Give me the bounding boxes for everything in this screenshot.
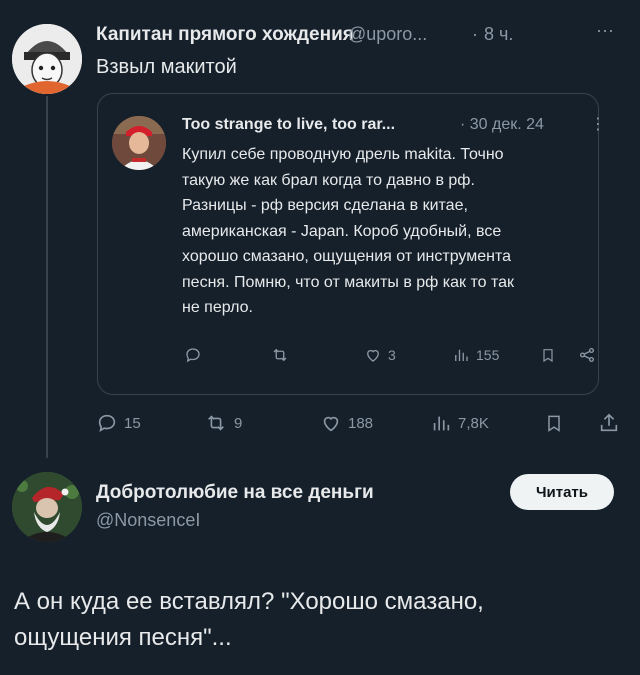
main-tweet-text: Взвыл макитой [96,56,237,78]
main-retweet-button[interactable]: 9 [204,412,242,434]
quoted-line: Купил себе проводную дрель makita. Точно [182,146,504,163]
main-reply-count: 15 [124,414,141,432]
santa-portrait-icon [12,472,82,542]
quoted-line: не перло. [182,299,253,316]
quoted-retweet-button[interactable] [270,346,290,364]
reply-author-avatar[interactable] [12,472,82,542]
main-author-name[interactable]: Капитан прямого хождения [96,24,354,46]
main-views-count: 7,8K [458,414,489,432]
main-like-button[interactable]: 188 [320,412,373,434]
quoted-author-name[interactable]: Too strange to live, too rar... [182,116,395,134]
read-button[interactable]: Читать [510,474,614,510]
quoted-line: Разницы - рф версия сделана в китае, [182,197,468,214]
quoted-like-button[interactable]: 3 [364,346,396,364]
more-options-button[interactable]: ··· [596,20,614,41]
reply-line: ощущения песня"... [14,624,232,651]
main-reply-button[interactable]: 15 [96,412,141,434]
quoted-tweet-date[interactable]: · 30 дек. 24 [460,116,544,134]
main-like-count: 188 [348,414,374,432]
quoted-tweet-text: Купил себе проводную дрель makita. Точно… [182,142,592,321]
quoted-views-button[interactable]: 155 [452,346,499,364]
like-icon [323,416,339,432]
quoted-views-count: 155 [476,347,500,363]
bookmark-icon [548,415,560,432]
cartoon-face-icon [12,24,82,94]
quoted-like-count: 3 [388,347,396,363]
share-icon [600,413,618,432]
quoted-share-button[interactable] [578,346,596,364]
main-views-button[interactable]: 7,8K [430,412,489,434]
main-bookmark-button[interactable] [544,412,564,434]
views-icon [433,416,450,431]
quoted-author-avatar[interactable] [112,116,166,170]
person-photo-icon [112,116,166,170]
main-author-avatar[interactable] [12,24,82,94]
quoted-more-options-button[interactable]: ⋮ [590,114,606,134]
reply-icon [186,348,200,363]
share-icon [579,347,595,363]
quoted-line: американская - Japan. Короб удобный, все [182,222,502,240]
bookmark-icon [543,349,553,363]
main-tweet-time[interactable]: 8 ч. [484,24,513,45]
reply-line: А он куда ее вставлял? "Хорошо смазано, [14,588,484,615]
reply-text: А он куда ее вставлял? "Хорошо смазано, … [14,584,630,656]
retweet-icon [208,415,224,431]
main-retweet-count: 9 [234,414,243,432]
quoted-line: хорошо смазано, ощущения от инструмента [182,248,512,265]
reply-author-name[interactable]: Добротолюбие на все деньги [96,482,374,504]
quoted-line: такую же как брал когда то давно в рф. [182,171,475,189]
quoted-reply-button[interactable] [184,346,202,364]
quoted-bookmark-button[interactable] [540,346,556,364]
reply-author-handle[interactable]: @NonsenceI [96,510,200,531]
reply-icon [98,414,116,432]
retweet-icon [273,348,287,362]
main-share-button[interactable] [598,412,620,434]
thread-line [46,96,48,458]
meta-separator: · [472,24,478,44]
main-author-handle[interactable]: @uporo... [348,24,427,45]
views-icon [455,349,468,361]
quoted-line: песня. Помню, что от макиты в рф как то … [182,273,515,291]
like-icon [367,349,379,362]
